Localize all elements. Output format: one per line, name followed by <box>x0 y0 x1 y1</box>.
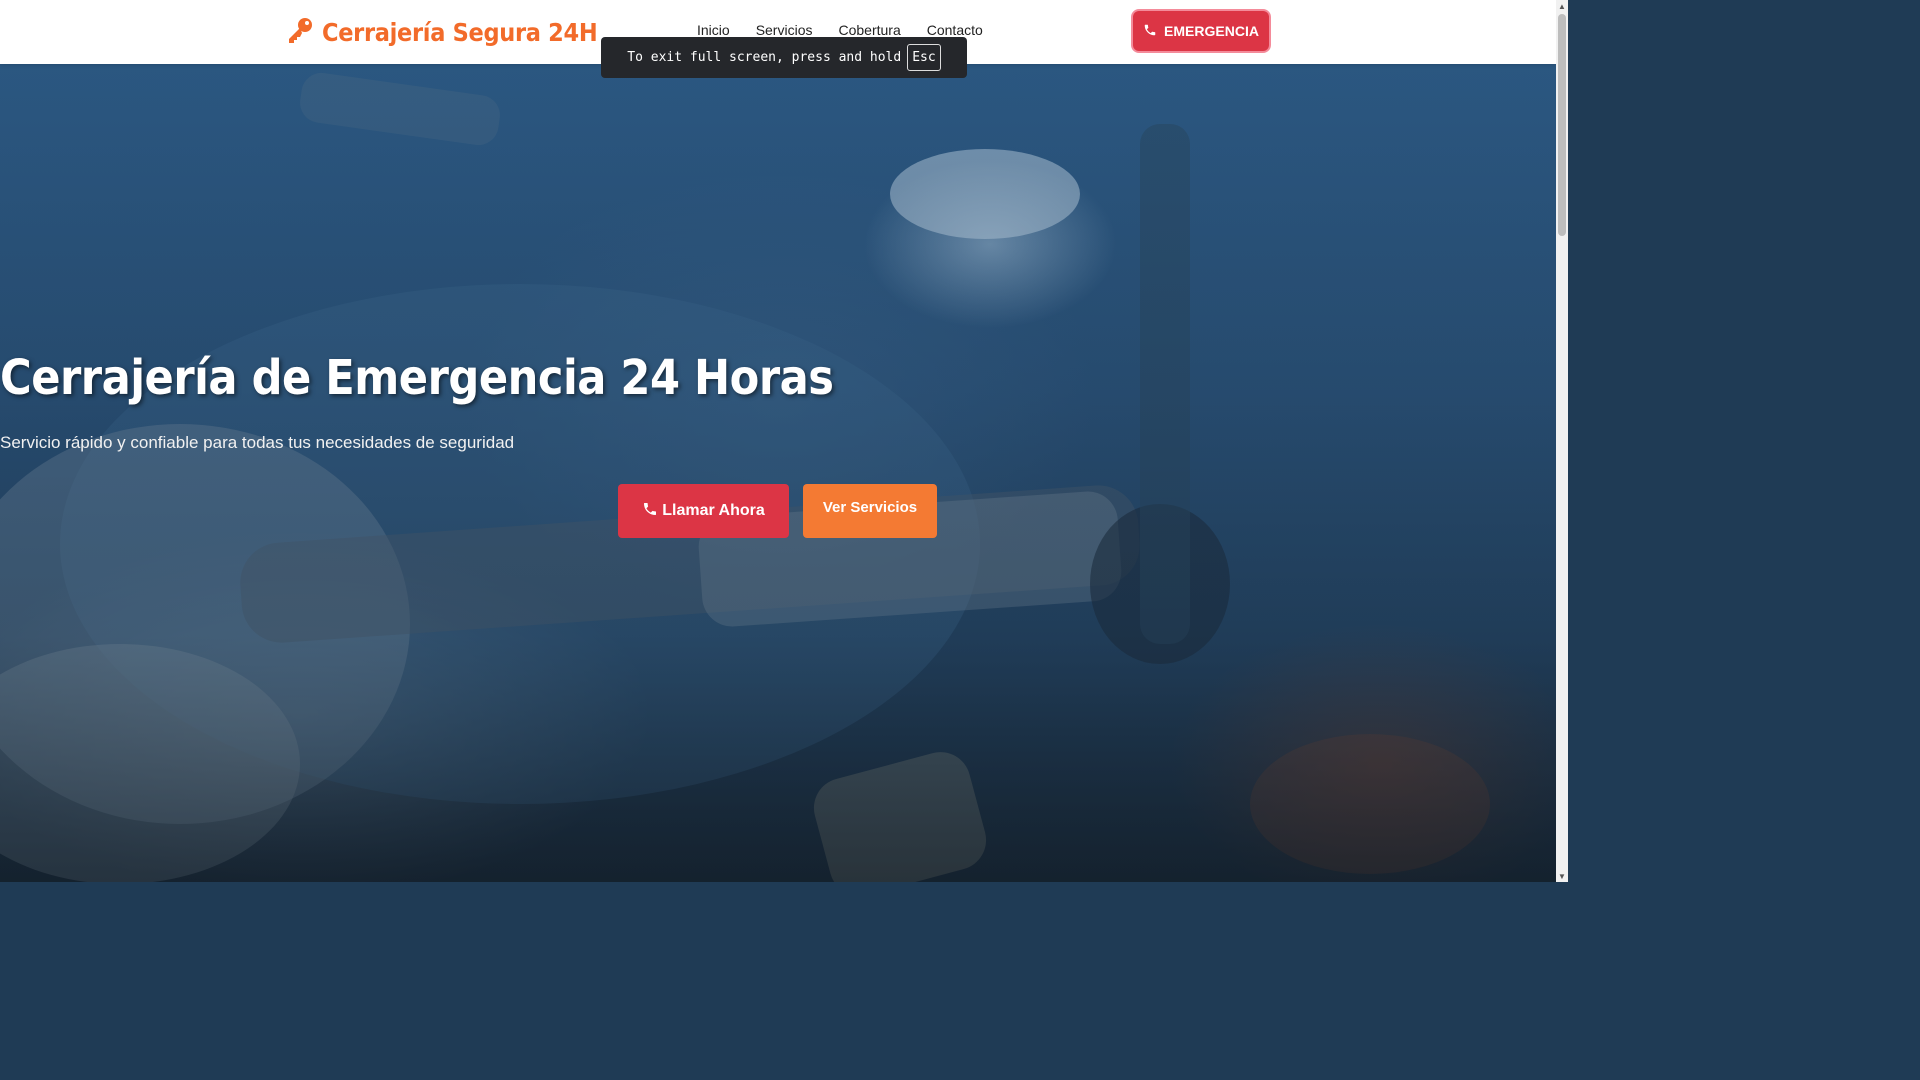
emergency-label: EMERGENCIA <box>1164 23 1259 39</box>
hero-section: Cerrajería de Emergencia 24 Horas Servic… <box>0 64 1556 882</box>
hero-title: Cerrajería de Emergencia 24 Horas <box>0 350 834 406</box>
site-logo[interactable]: Cerrajería Segura 24H <box>286 14 598 50</box>
nav-item-servicios[interactable]: Servicios <box>756 22 813 38</box>
phone-icon <box>642 501 658 522</box>
scroll-down-arrow-icon[interactable]: ▼ <box>1556 870 1568 882</box>
esc-key-hint: Esc <box>907 44 941 71</box>
fullscreen-message: To exit full screen, press and hold <box>627 50 902 65</box>
key-icon <box>286 16 314 49</box>
call-now-button[interactable]: Llamar Ahora <box>618 484 789 538</box>
page-scrollbar[interactable]: ▲ ▼ <box>1556 0 1568 882</box>
hero-overlay <box>0 64 1556 882</box>
call-now-label: Llamar Ahora <box>662 502 765 519</box>
view-services-label: Ver Servicios <box>822 499 918 516</box>
nav-item-inicio[interactable]: Inicio <box>697 22 730 38</box>
view-services-button[interactable]: Ver Servicios <box>803 484 937 538</box>
main-nav: Inicio Servicios Cobertura Contacto <box>697 22 983 38</box>
nav-item-contacto[interactable]: Contacto <box>927 22 983 38</box>
scroll-up-arrow-icon[interactable]: ▲ <box>1556 0 1568 12</box>
logo-text: Cerrajería Segura 24H <box>322 17 598 47</box>
fullscreen-exit-notice: To exit full screen, press and hold Esc <box>601 37 967 78</box>
scroll-thumb[interactable] <box>1558 14 1566 236</box>
emergency-button[interactable]: EMERGENCIA <box>1133 11 1269 51</box>
nav-item-cobertura[interactable]: Cobertura <box>838 22 900 38</box>
hero-subtitle: Servicio rápido y confiable para todas t… <box>0 433 515 452</box>
phone-icon <box>1143 23 1157 40</box>
